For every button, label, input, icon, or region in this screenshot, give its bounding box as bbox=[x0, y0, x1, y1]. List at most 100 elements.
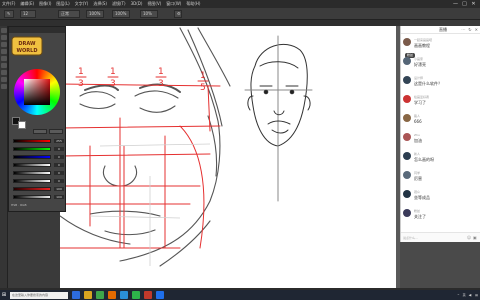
user-avatar[interactable] bbox=[403, 133, 411, 141]
blue-slider[interactable] bbox=[13, 155, 51, 159]
close-icon[interactable]: ✕ bbox=[475, 27, 478, 32]
zoom-tool-icon[interactable] bbox=[1, 84, 7, 89]
brush-size-field[interactable]: 12 bbox=[20, 10, 36, 18]
user-avatar[interactable] bbox=[403, 38, 411, 46]
menu-file[interactable]: 文件(F) bbox=[2, 0, 15, 8]
chat-username[interactable]: 绘画爱好者 bbox=[414, 95, 429, 99]
user-avatar[interactable] bbox=[403, 152, 411, 160]
menu-image[interactable]: 图像(I) bbox=[39, 0, 51, 8]
gray-value-2[interactable]: 0 bbox=[54, 171, 64, 175]
blend-mode-select[interactable]: 正常 bbox=[58, 10, 80, 18]
chat-input[interactable]: 说点什么... bbox=[403, 235, 465, 241]
flow-field[interactable]: 100% bbox=[112, 10, 130, 18]
drawing-canvas[interactable]: 1 3 1 3 1 3 1 5 bbox=[60, 26, 396, 288]
color-panel: DRAW WORLD 255 0 0 0 0 0 100 100 HSB · R… bbox=[8, 26, 66, 212]
notification-icon[interactable]: ▤ bbox=[475, 293, 478, 297]
menu-layer[interactable]: 图层(L) bbox=[56, 0, 69, 8]
type-tool-icon[interactable] bbox=[1, 70, 7, 75]
menu-select[interactable]: 选择(S) bbox=[93, 0, 107, 8]
chat-username[interactable]: 观众 bbox=[414, 190, 420, 194]
red-slider[interactable] bbox=[13, 139, 51, 143]
taskbar-app-icon[interactable] bbox=[84, 291, 92, 299]
user-avatar[interactable] bbox=[403, 76, 411, 84]
background-swatch[interactable] bbox=[18, 121, 26, 129]
maximize-button[interactable]: □ bbox=[460, 0, 469, 8]
menu-filter[interactable]: 滤镜(T) bbox=[112, 0, 126, 8]
crop-tool-icon[interactable] bbox=[1, 49, 7, 54]
taskbar-app-icon[interactable] bbox=[72, 291, 80, 299]
red-value[interactable]: 255 bbox=[54, 139, 64, 143]
taskbar-app-icon[interactable] bbox=[108, 291, 116, 299]
taskbar-app-icon[interactable] bbox=[144, 291, 152, 299]
gear-icon[interactable]: ⚙ bbox=[174, 10, 182, 18]
minimize-button[interactable]: — bbox=[451, 0, 460, 8]
user-avatar[interactable] bbox=[403, 57, 411, 65]
lasso-tool-icon[interactable] bbox=[1, 42, 7, 47]
emoji-icon[interactable]: ☺ bbox=[467, 235, 471, 240]
blue-value[interactable]: 0 bbox=[54, 155, 64, 159]
taskbar-search-input[interactable]: 在这里输入你要搜索的内容 bbox=[10, 291, 68, 299]
user-avatar[interactable] bbox=[403, 190, 411, 198]
gray-slider-1[interactable] bbox=[13, 163, 51, 167]
color-panel-header[interactable] bbox=[9, 27, 65, 33]
chat-username[interactable]: 新人 bbox=[414, 152, 420, 156]
green-slider[interactable] bbox=[13, 147, 51, 151]
gray-slider-2[interactable] bbox=[13, 171, 51, 175]
menu-window[interactable]: 窗口(W) bbox=[166, 0, 181, 8]
eraser-tool-icon[interactable] bbox=[1, 63, 7, 68]
windows-start-icon[interactable]: ⊞ bbox=[0, 290, 8, 300]
red-tint-slider[interactable] bbox=[13, 187, 51, 191]
brightness-value[interactable]: 100 bbox=[54, 195, 64, 199]
swap-colors-button[interactable] bbox=[33, 129, 47, 134]
gray-value-3[interactable]: 0 bbox=[54, 179, 64, 183]
chat-username[interactable]: 路人 bbox=[414, 114, 420, 118]
hand-tool-icon[interactable] bbox=[1, 77, 7, 82]
menu-help[interactable]: 帮助(H) bbox=[186, 0, 200, 8]
chat-username[interactable]: Zhu bbox=[414, 133, 420, 137]
chat-message-text: 好漂亮 bbox=[414, 62, 426, 67]
more-icon[interactable]: ⋯ bbox=[461, 27, 465, 32]
saturation-value-square[interactable] bbox=[24, 79, 50, 105]
chat-username[interactable]: 同学 bbox=[414, 171, 420, 175]
chat-username[interactable]: 粉丝 bbox=[414, 209, 420, 213]
green-value[interactable]: 0 bbox=[54, 147, 64, 151]
user-avatar[interactable] bbox=[403, 114, 411, 122]
close-button[interactable]: ✕ bbox=[469, 0, 478, 8]
menu-edit[interactable]: 编辑(E) bbox=[20, 0, 34, 8]
menu-view[interactable]: 视图(V) bbox=[147, 0, 161, 8]
user-avatar[interactable] bbox=[403, 171, 411, 179]
color-wheel[interactable] bbox=[14, 69, 60, 115]
taskbar-app-icon[interactable] bbox=[132, 291, 140, 299]
smoothing-field[interactable]: 10% bbox=[140, 10, 158, 18]
svg-text:3: 3 bbox=[78, 79, 84, 89]
svg-text:1: 1 bbox=[200, 71, 206, 81]
refresh-icon[interactable]: ↻ bbox=[468, 27, 471, 32]
marquee-tool-icon[interactable] bbox=[1, 35, 7, 40]
chat-username[interactable]: 一起来画画吧 bbox=[414, 38, 432, 42]
taskbar-app-icon[interactable] bbox=[96, 291, 104, 299]
volume-icon[interactable]: ◀) bbox=[469, 293, 472, 297]
taskbar-app-icon[interactable] bbox=[120, 291, 128, 299]
gray-value-1[interactable]: 0 bbox=[54, 163, 64, 167]
brightness-slider[interactable] bbox=[13, 195, 51, 199]
menu-type[interactable]: 文字(Y) bbox=[75, 0, 89, 8]
brush-tool-icon[interactable] bbox=[1, 56, 7, 61]
user-avatar[interactable] bbox=[403, 95, 411, 103]
user-avatar[interactable] bbox=[403, 209, 411, 217]
taskbar-app-icon[interactable] bbox=[156, 291, 164, 299]
brush-tool-icon[interactable]: ✎ bbox=[4, 10, 14, 18]
chat-header-icons: ⋯ ↻ ✕ bbox=[458, 27, 478, 32]
gray-slider-3[interactable] bbox=[13, 179, 51, 183]
opacity-field[interactable]: 100% bbox=[86, 10, 104, 18]
chat-username[interactable]: 小画家 bbox=[414, 57, 423, 61]
chat-username[interactable]: 设计师 bbox=[414, 76, 423, 80]
tray-chevron-icon[interactable]: ^ bbox=[457, 293, 460, 297]
image-icon[interactable]: ▣ bbox=[473, 235, 477, 240]
red-tint-value[interactable]: 100 bbox=[54, 187, 64, 191]
chat-message: 粉丝 关注了 bbox=[403, 209, 479, 225]
input-method-indicator[interactable]: 英 bbox=[463, 293, 466, 297]
default-colors-button[interactable] bbox=[49, 129, 63, 134]
move-tool-icon[interactable] bbox=[1, 28, 7, 33]
foreground-background-swatches[interactable] bbox=[12, 117, 30, 129]
menu-3d[interactable]: 3D(D) bbox=[131, 0, 143, 8]
